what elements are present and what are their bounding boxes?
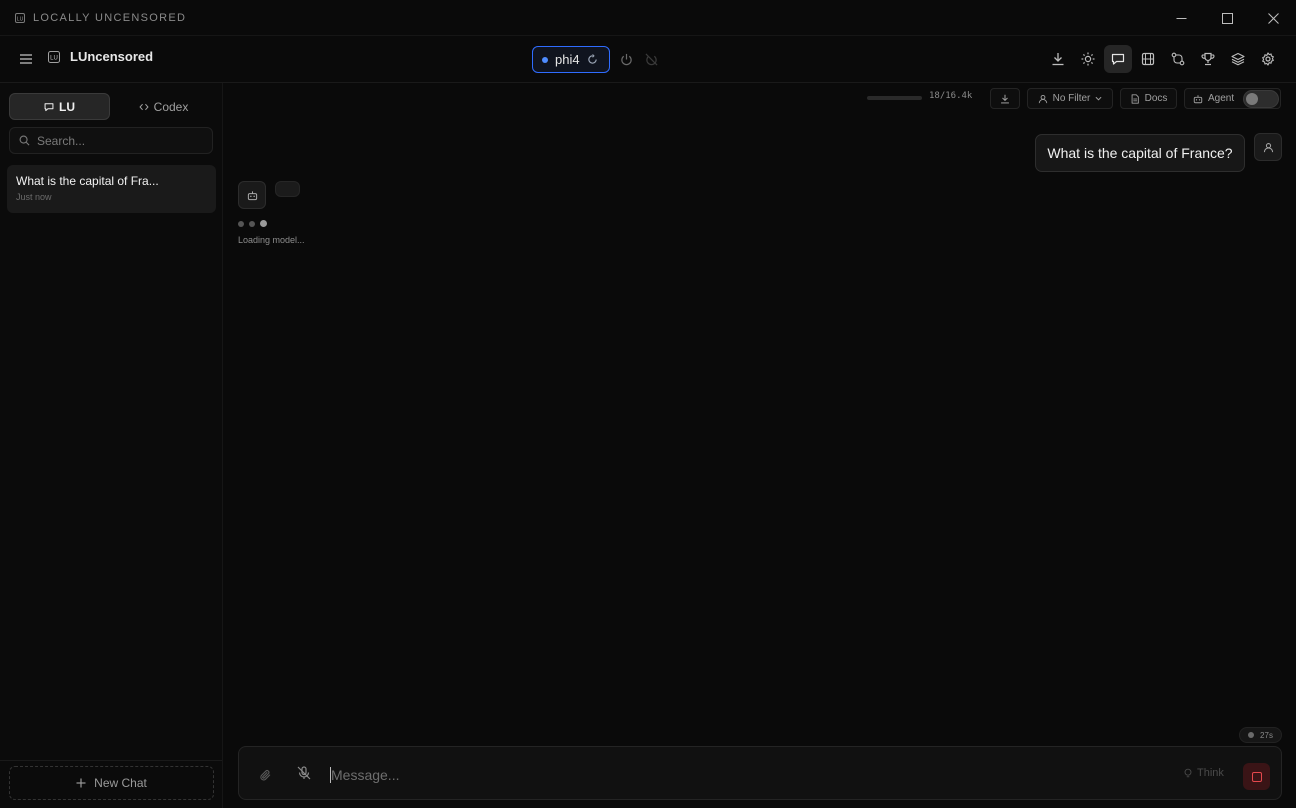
stop-icon bbox=[1251, 771, 1262, 782]
typing-dot bbox=[249, 220, 255, 227]
model-name: phi4 bbox=[555, 52, 580, 67]
user-icon bbox=[1038, 94, 1047, 103]
elapsed-time: 27s bbox=[1260, 730, 1273, 740]
unload-button[interactable] bbox=[637, 45, 665, 73]
brand: LU LUncensored bbox=[48, 49, 153, 64]
title-bar: LU LOCALLY UNCENSORED bbox=[0, 0, 1296, 36]
status-text: Loading model... bbox=[238, 235, 305, 245]
brand-label: LUncensored bbox=[70, 49, 154, 64]
mic-button[interactable] bbox=[293, 762, 315, 784]
tab-codex-label: Codex bbox=[153, 99, 189, 114]
elapsed-timer: 27s bbox=[1239, 727, 1282, 743]
settings-button[interactable] bbox=[1254, 45, 1282, 73]
download-icon bbox=[1052, 53, 1064, 66]
user-avatar bbox=[1254, 133, 1282, 161]
stop-button[interactable] bbox=[1243, 763, 1270, 790]
search-input[interactable] bbox=[37, 133, 197, 148]
theme-button[interactable] bbox=[1074, 45, 1102, 73]
model-status-dot bbox=[542, 56, 548, 63]
code-icon bbox=[139, 103, 149, 110]
typing-dot bbox=[238, 220, 244, 227]
chat-icon bbox=[1111, 53, 1125, 65]
timer-dot bbox=[1248, 732, 1255, 738]
filter-dropdown[interactable]: No Filter bbox=[1027, 88, 1113, 109]
chat-view-button[interactable] bbox=[1104, 45, 1132, 73]
docs-label: Docs bbox=[1144, 93, 1168, 104]
agent-toggle[interactable] bbox=[1243, 89, 1280, 108]
chat-icon bbox=[44, 102, 54, 111]
agent-label: Agent bbox=[1208, 93, 1235, 104]
token-count: 18/16.4k bbox=[929, 91, 973, 101]
context-usage-bar bbox=[867, 96, 922, 100]
download-button[interactable] bbox=[1044, 45, 1072, 73]
download-icon bbox=[1001, 94, 1009, 103]
think-label: Think bbox=[1197, 767, 1224, 779]
agent-control: Agent bbox=[1184, 88, 1281, 109]
svg-text:LU: LU bbox=[50, 55, 58, 61]
svg-text:LU: LU bbox=[17, 16, 24, 22]
model-selector[interactable]: phi4 bbox=[532, 46, 610, 73]
tab-lu[interactable]: LU bbox=[9, 93, 110, 120]
app-logo-icon: LU bbox=[15, 12, 25, 23]
workflow-button[interactable] bbox=[1164, 45, 1192, 73]
layers-icon bbox=[1231, 52, 1245, 66]
chat-title: What is the capital of Fra... bbox=[16, 174, 159, 188]
user-icon bbox=[1263, 142, 1273, 152]
new-chat-button[interactable]: New Chat bbox=[9, 766, 214, 800]
user-message-bubble: What is the capital of France? bbox=[1035, 134, 1245, 172]
power-button[interactable] bbox=[612, 45, 640, 73]
bot-icon bbox=[247, 190, 257, 200]
app-header: LU LUncensored phi4 bbox=[0, 37, 1296, 83]
gear-icon bbox=[1262, 52, 1274, 66]
maximize-button[interactable] bbox=[1204, 0, 1250, 36]
message-input[interactable] bbox=[330, 767, 1130, 783]
film-icon bbox=[1141, 52, 1155, 66]
brand-logo-icon: LU bbox=[48, 50, 60, 63]
new-chat-label: New Chat bbox=[94, 776, 147, 790]
agent-toggle-knob bbox=[1246, 92, 1259, 105]
chat-list-item[interactable]: What is the capital of Fra... Just now bbox=[7, 165, 216, 213]
tab-lu-label: LU bbox=[59, 99, 75, 114]
typing-dot bbox=[260, 220, 267, 227]
docs-button[interactable]: Docs bbox=[1120, 88, 1177, 109]
sun-icon bbox=[1081, 52, 1095, 66]
search-icon bbox=[19, 135, 30, 146]
power-icon bbox=[620, 53, 632, 65]
minimize-button[interactable] bbox=[1158, 0, 1204, 36]
close-button[interactable] bbox=[1250, 0, 1296, 36]
menu-button[interactable] bbox=[12, 45, 40, 73]
attach-button[interactable] bbox=[254, 764, 276, 786]
search-box bbox=[9, 127, 213, 154]
message-composer: Think bbox=[238, 746, 1282, 800]
bot-icon bbox=[1193, 94, 1203, 103]
chat-toolbar: 18/16.4k No Filter Docs Agent bbox=[224, 84, 1296, 112]
tab-codex[interactable]: Codex bbox=[114, 93, 213, 120]
window-title: LOCALLY UNCENSORED bbox=[33, 11, 187, 24]
typing-indicator bbox=[238, 220, 267, 227]
chevron-down-icon bbox=[1095, 96, 1102, 101]
workflow-icon bbox=[1171, 52, 1185, 66]
chat-time: Just now bbox=[16, 192, 52, 202]
sidebar: LU Codex What is the capital of Fra... J… bbox=[0, 83, 223, 808]
menu-icon bbox=[20, 54, 32, 64]
video-button[interactable] bbox=[1134, 45, 1162, 73]
lightbulb-icon bbox=[1184, 768, 1192, 778]
loading-spinner-icon bbox=[587, 54, 598, 65]
plus-icon bbox=[76, 778, 86, 788]
models-button[interactable] bbox=[1224, 45, 1252, 73]
mic-off-icon bbox=[297, 766, 311, 780]
export-button[interactable] bbox=[990, 88, 1020, 109]
power-off-icon bbox=[645, 53, 657, 65]
benchmark-button[interactable] bbox=[1194, 45, 1222, 73]
sidebar-footer: New Chat bbox=[0, 760, 222, 808]
think-toggle[interactable]: Think bbox=[1183, 767, 1224, 779]
filter-label: No Filter bbox=[1052, 93, 1091, 104]
trophy-icon bbox=[1201, 52, 1215, 66]
assistant-avatar bbox=[238, 181, 266, 209]
document-icon bbox=[1131, 93, 1139, 104]
assistant-message-bubble bbox=[275, 181, 300, 197]
paperclip-icon bbox=[259, 769, 270, 780]
